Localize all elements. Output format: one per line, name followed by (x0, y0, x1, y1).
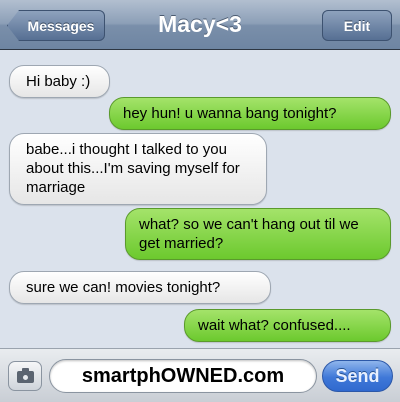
edit-button[interactable]: Edit (322, 10, 392, 41)
incoming-message: sure we can! movies tonight? (9, 271, 271, 304)
camera-button[interactable] (8, 361, 42, 391)
outgoing-message: wait what? confused.... (184, 309, 391, 342)
outgoing-message: hey hun! u wanna bang tonight? (109, 97, 391, 130)
message-composer: smartphOWNED.com Send (0, 348, 400, 402)
message-input[interactable]: smartphOWNED.com (49, 359, 317, 393)
incoming-message: Hi baby :) (9, 65, 110, 98)
send-button[interactable]: Send (322, 360, 393, 392)
outgoing-message: what? so we can't hang out til we get ma… (125, 208, 391, 260)
message-thread[interactable]: Hi baby :) hey hun! u wanna bang tonight… (0, 51, 400, 348)
camera-icon-lens (21, 373, 30, 382)
navigation-bar: Messages Macy<3 Edit (0, 0, 400, 50)
incoming-message: babe...i thought I talked to you about t… (9, 133, 267, 205)
